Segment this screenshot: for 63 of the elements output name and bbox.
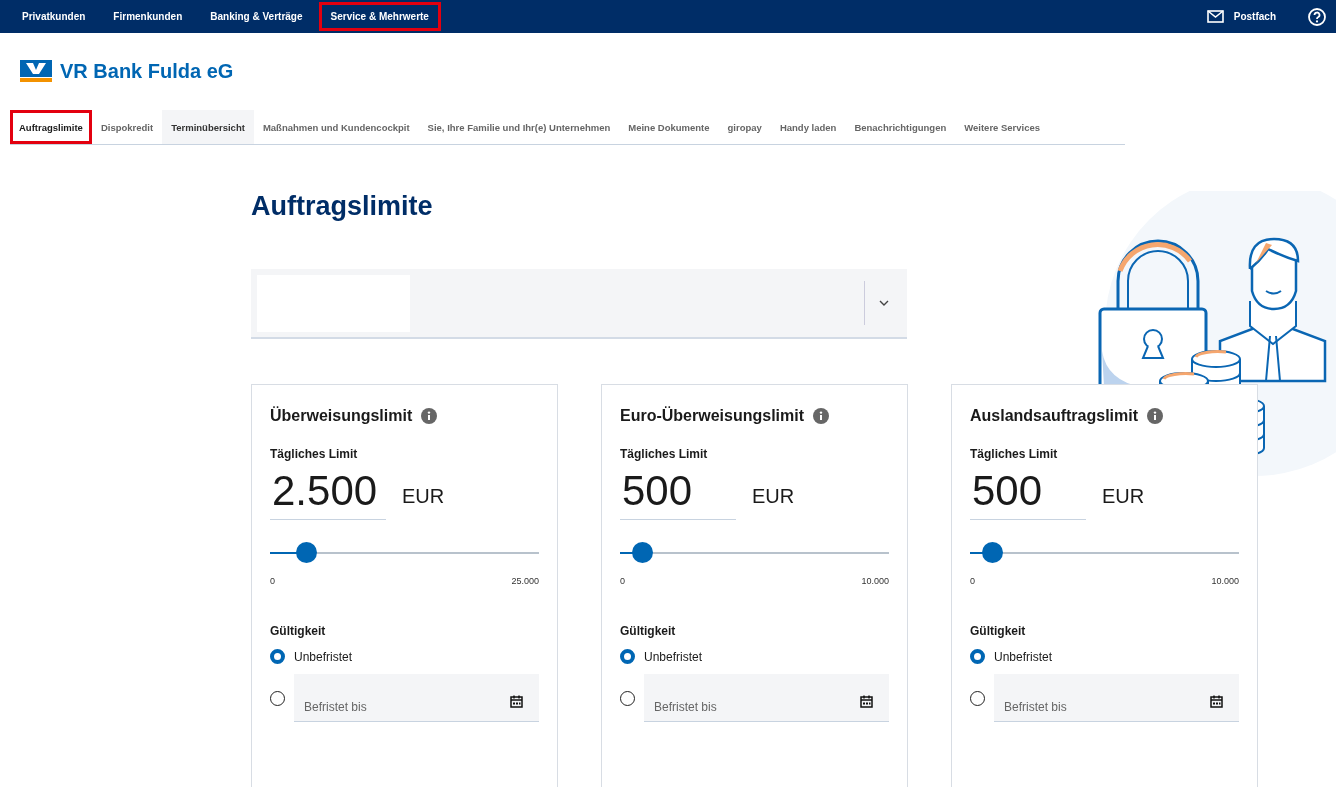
slider-max: 10.000	[1211, 576, 1239, 586]
slider-thumb[interactable]	[982, 542, 1004, 563]
currency-label: EUR	[402, 485, 445, 509]
page-title: Auftragslimite	[251, 191, 434, 223]
field-label: Gültigkeit	[270, 624, 327, 638]
slider-min: 0	[620, 576, 625, 586]
slider-max: 25.000	[511, 576, 539, 586]
info-icon[interactable]	[813, 408, 830, 424]
radio-button[interactable]	[620, 690, 635, 706]
calendar-icon[interactable]	[860, 695, 873, 708]
info-icon[interactable]	[1147, 408, 1164, 424]
tab[interactable]: Weitere Services	[955, 110, 1050, 144]
date-field[interactable]: Befristet bis	[644, 674, 889, 722]
nav-link[interactable]: Service & Mehrwerte	[318, 2, 441, 31]
radio-label[interactable]: Unbefristet	[644, 649, 703, 664]
tab[interactable]: Dispokredit	[91, 110, 163, 144]
chevron-down-icon[interactable]	[879, 300, 889, 306]
nav-link[interactable]: Privatkunden	[10, 2, 98, 31]
slider-thumb[interactable]	[295, 542, 317, 563]
tab[interactable]: Auftragslimite	[10, 110, 92, 144]
field-label: Tägliches Limit	[270, 447, 359, 461]
tab[interactable]: Meine Dokumente	[619, 110, 719, 144]
slider-min: 0	[270, 576, 275, 586]
radio-button[interactable]	[270, 690, 285, 706]
radio-button[interactable]	[970, 690, 985, 706]
card-title: Überweisungslimit	[270, 407, 413, 425]
currency-label: EUR	[752, 485, 795, 509]
calendar-icon[interactable]	[510, 695, 523, 708]
tab[interactable]: giropay	[718, 110, 771, 144]
amount-field[interactable]: 500	[620, 467, 736, 520]
tab[interactable]: Sie, Ihre Familie und Ihr(e) Unternehmen	[418, 110, 620, 144]
amount-field[interactable]: 2.500	[270, 467, 386, 520]
radio-button[interactable]	[970, 649, 985, 664]
field-label: Tägliches Limit	[620, 447, 709, 461]
tab[interactable]: Terminübersicht	[162, 110, 254, 144]
nav-link[interactable]: Banking & Verträge	[198, 2, 315, 31]
slider-max: 10.000	[861, 576, 889, 586]
calendar-icon[interactable]	[1210, 695, 1223, 708]
slider-thumb[interactable]	[632, 542, 654, 563]
radio-label[interactable]: Unbefristet	[994, 649, 1053, 664]
tab[interactable]: Benachrichtigungen	[845, 110, 956, 144]
nav-link[interactable]: Firmenkunden	[101, 2, 195, 31]
card-title: Euro-Überweisungslimit	[620, 407, 805, 425]
mail-icon[interactable]	[1206, 10, 1224, 23]
tab[interactable]: Handy laden	[770, 110, 846, 144]
slider-min: 0	[970, 576, 975, 586]
field-label: Gültigkeit	[620, 624, 677, 638]
date-field[interactable]: Befristet bis	[994, 674, 1239, 722]
currency-label: EUR	[1102, 485, 1145, 509]
info-icon[interactable]	[421, 408, 438, 424]
mailbox-link[interactable]: Postfach	[1233, 11, 1276, 22]
amount-field[interactable]: 500	[970, 467, 1086, 520]
card-title: Auslandsauftragslimit	[970, 407, 1139, 425]
field-label: Tägliches Limit	[970, 447, 1059, 461]
radio-label[interactable]: Unbefristet	[294, 649, 353, 664]
bank-logo-icon	[20, 60, 52, 82]
date-field[interactable]: Befristet bis	[294, 674, 539, 722]
radio-button[interactable]	[270, 649, 285, 664]
field-label: Gültigkeit	[970, 624, 1027, 638]
bank-name: VR Bank Fulda eG	[60, 59, 234, 83]
help-icon[interactable]	[1308, 7, 1326, 26]
radio-button[interactable]	[620, 649, 635, 664]
tab[interactable]: Maßnahmen und Kundencockpit	[253, 110, 419, 144]
